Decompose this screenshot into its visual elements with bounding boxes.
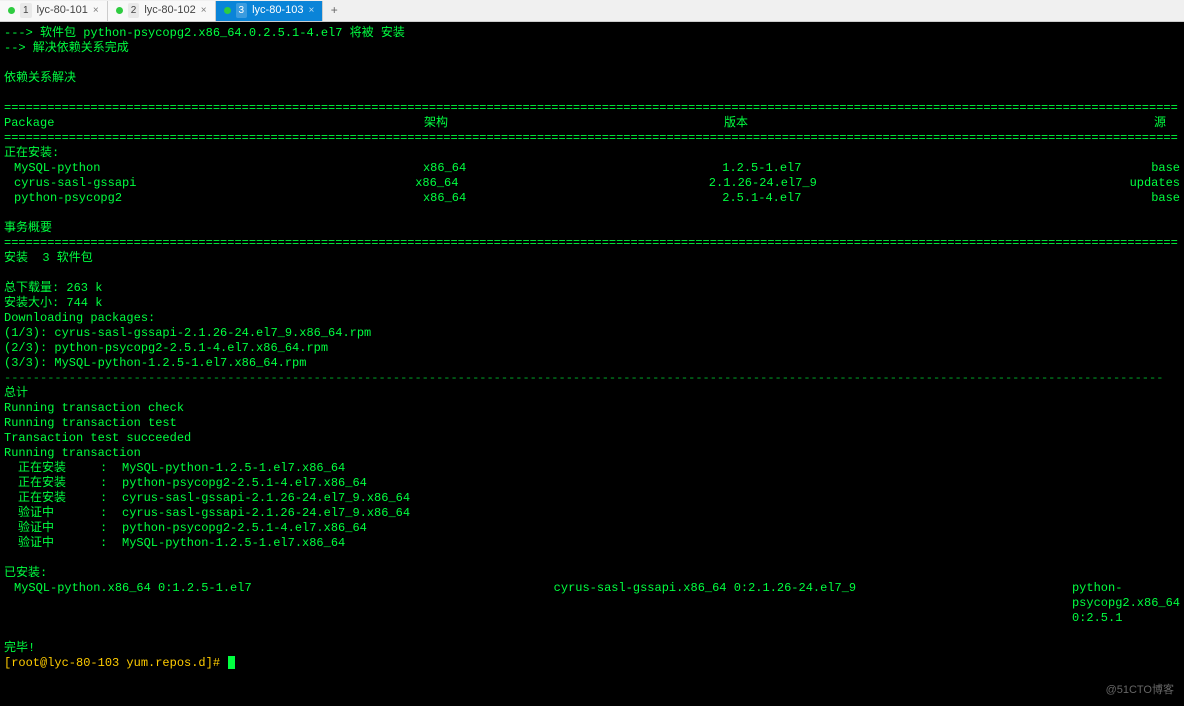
section-label: 已安装: — [4, 566, 1180, 581]
status-dot-icon — [224, 7, 231, 14]
transaction-step: 验证中: cyrus-sasl-gssapi-2.1.26-24.el7_9.x… — [4, 506, 1180, 521]
terminal-output[interactable]: ---> 软件包 python-psycopg2.x86_64.0.2.5.1-… — [0, 22, 1184, 671]
output-line: Running transaction — [4, 446, 1180, 461]
new-tab-button[interactable]: + — [323, 3, 345, 18]
separator: ========================================… — [4, 236, 1180, 251]
close-icon[interactable]: × — [308, 3, 314, 18]
tab-number: 1 — [20, 3, 32, 18]
section-label: 正在安装: — [4, 146, 1180, 161]
output-line: Transaction test succeeded — [4, 431, 1180, 446]
tab-label: lyc-80-103 — [252, 3, 303, 18]
transaction-step: 正在安装: cyrus-sasl-gssapi-2.1.26-24.el7_9.… — [4, 491, 1180, 506]
output-line: Downloading packages: — [4, 311, 1180, 326]
tab-2[interactable]: 2 lyc-80-102 × — [108, 1, 216, 21]
transaction-step: 验证中: MySQL-python-1.2.5-1.el7.x86_64 — [4, 536, 1180, 551]
output-line: 总计 — [4, 386, 1180, 401]
tab-number: 3 — [236, 3, 248, 18]
close-icon[interactable]: × — [201, 3, 207, 18]
output-line: (1/3): cyrus-sasl-gssapi-2.1.26-24.el7_9… — [4, 326, 1180, 341]
shell-prompt[interactable]: [root@lyc-80-103 yum.repos.d]# — [4, 656, 1180, 671]
installed-summary: MySQL-python.x86_64 0:1.2.5-1.el7cyrus-s… — [4, 581, 1180, 626]
status-dot-icon — [8, 7, 15, 14]
output-line: 安装大小: 744 k — [4, 296, 1180, 311]
output-line: 依赖关系解决 — [4, 71, 1180, 86]
table-row: MySQL-pythonx86_641.2.5-1.el7base — [4, 161, 1180, 176]
output-line: --> 解决依赖关系完成 — [4, 41, 1180, 56]
watermark: @51CTO博客 — [1106, 683, 1174, 698]
transaction-step: 正在安装: MySQL-python-1.2.5-1.el7.x86_64 — [4, 461, 1180, 476]
output-line: 总下载量: 263 k — [4, 281, 1180, 296]
transaction-step: 验证中: python-psycopg2-2.5.1-4.el7.x86_64 — [4, 521, 1180, 536]
table-row: cyrus-sasl-gssapix86_642.1.26-24.el7_9up… — [4, 176, 1180, 191]
cursor-icon — [228, 656, 235, 669]
separator: ========================================… — [4, 131, 1180, 146]
output-line: (2/3): python-psycopg2-2.5.1-4.el7.x86_6… — [4, 341, 1180, 356]
tab-label: lyc-80-102 — [144, 3, 195, 18]
output-line: Running transaction test — [4, 416, 1180, 431]
table-header: Package架构版本源 — [4, 116, 1180, 131]
tab-number: 2 — [128, 3, 140, 18]
table-row: python-psycopg2x86_642.5.1-4.el7base — [4, 191, 1180, 206]
tab-1[interactable]: 1 lyc-80-101 × — [0, 1, 108, 21]
status-dot-icon — [116, 7, 123, 14]
output-line: (3/3): MySQL-python-1.2.5-1.el7.x86_64.r… — [4, 356, 1180, 371]
close-icon[interactable]: × — [93, 3, 99, 18]
output-line: Running transaction check — [4, 401, 1180, 416]
separator: ========================================… — [4, 101, 1180, 116]
separator: ----------------------------------------… — [4, 371, 1180, 386]
output-line: 完毕! — [4, 641, 1180, 656]
output-line: ---> 软件包 python-psycopg2.x86_64.0.2.5.1-… — [4, 26, 1180, 41]
transaction-step: 正在安装: python-psycopg2-2.5.1-4.el7.x86_64 — [4, 476, 1180, 491]
tab-3[interactable]: 3 lyc-80-103 × — [216, 1, 324, 21]
tab-label: lyc-80-101 — [37, 3, 88, 18]
output-line: 安装 3 软件包 — [4, 251, 1180, 266]
tab-bar: 1 lyc-80-101 × 2 lyc-80-102 × 3 lyc-80-1… — [0, 0, 1184, 22]
section-label: 事务概要 — [4, 221, 1180, 236]
